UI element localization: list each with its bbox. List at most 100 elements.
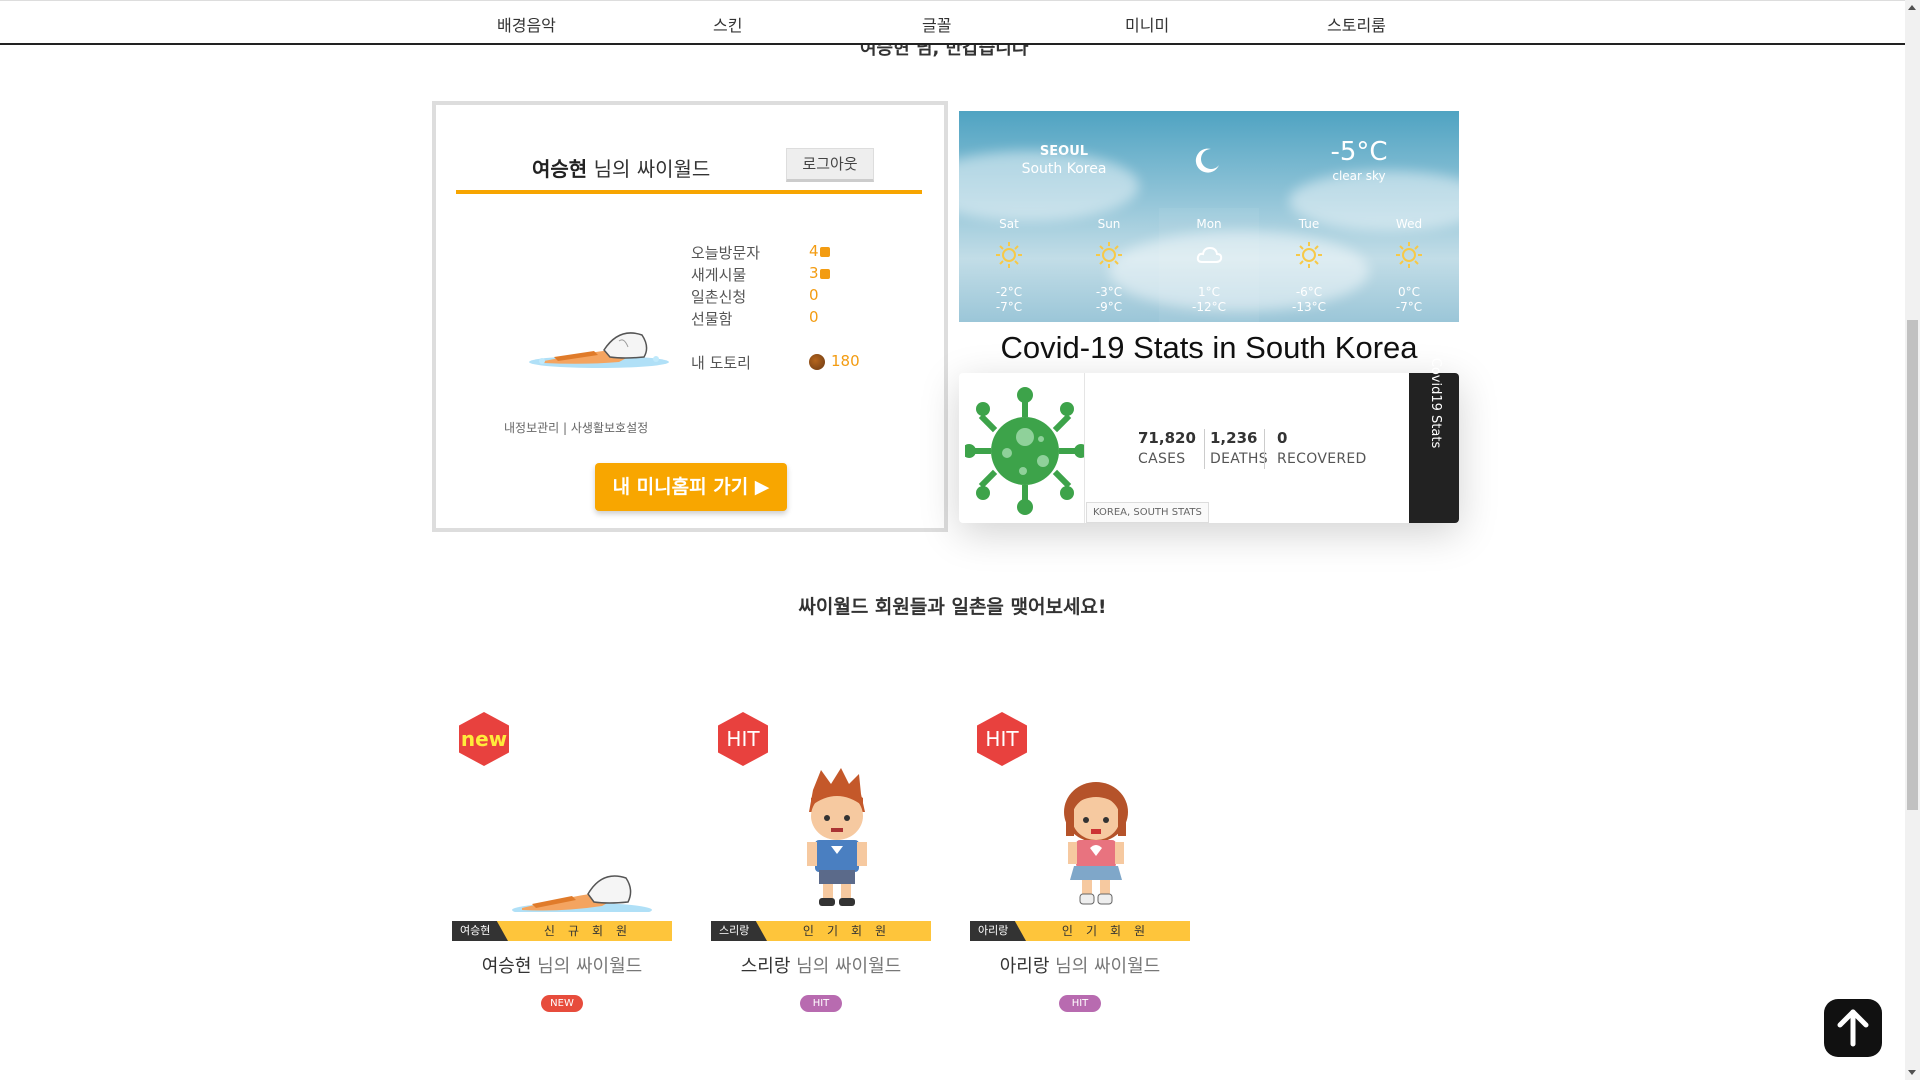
member-card[interactable]: HIT 스리랑 인기회원 스리랑 님의 싸이월드 HIT (711, 712, 931, 1018)
day-name: Wed (1395, 217, 1423, 231)
member-suffix: 님의 싸이월드 (537, 956, 643, 977)
day-low: -9°C (1095, 300, 1123, 314)
acorn-icon (809, 354, 825, 370)
day-name: Tue (1298, 217, 1320, 231)
sun-icon (1296, 242, 1322, 268)
back-to-top-button[interactable] (1824, 999, 1882, 1057)
hit-badge: HIT (718, 712, 768, 766)
covid-card: 71,820 CASES 1,236 DEATHS 0 RECOVERED KO… (959, 358, 1459, 523)
nav-minimi[interactable]: 미니미 (1125, 12, 1169, 36)
ribbon-name: 스리랑 (711, 921, 767, 941)
day-name: Sat (999, 217, 1019, 231)
nav-font[interactable]: 글꼴 (922, 12, 951, 36)
minimi-girl-avatar (1064, 782, 1128, 905)
recovered-label: RECOVERED (1277, 451, 1367, 467)
ribbon-role: 신규회원 (543, 924, 641, 938)
hit-pill: HIT (1059, 995, 1101, 1012)
vertical-scrollbar[interactable] (1905, 0, 1920, 1080)
new-pill: NEW (541, 995, 583, 1012)
stat-label: 내 도토리 (691, 354, 751, 372)
new-badge-icon (819, 268, 830, 279)
member-name: 스리랑 (740, 956, 791, 977)
minimi-boy-avatar (807, 768, 867, 906)
go-minihompy-button[interactable]: 내 미니홈피 가기 ▶ (595, 463, 787, 511)
stat-value: 3 (809, 264, 819, 282)
member-name: 여승현 (481, 956, 532, 977)
stat-value: 4 (809, 242, 819, 260)
day-name: Sun (1097, 217, 1121, 231)
day-low: -7°C (1395, 300, 1423, 314)
nav-storyroom[interactable]: 스토리룸 (1327, 12, 1386, 36)
sun-icon (1396, 242, 1422, 268)
member-title: 여승현 님의 싸이월드 (452, 952, 672, 978)
scroll-down-arrow-icon[interactable] (1908, 1070, 1916, 1075)
sun-icon (996, 242, 1022, 268)
sun-icon (1096, 242, 1122, 268)
ribbon-name: 아리랑 (970, 921, 1026, 941)
forecast-day: Sat -2°C -7°C (959, 217, 1059, 315)
member-card[interactable]: new 여승현 신규회원 여승현 님의 싸이월드 NEW (452, 712, 672, 1018)
ribbon-role: 인기회원 (802, 924, 900, 938)
country-tag: KOREA, SOUTH STATS (1086, 502, 1209, 523)
logout-button[interactable]: 로그아웃 (786, 148, 874, 182)
day-name: Mon (1196, 217, 1222, 231)
arrow-up-icon (1837, 1009, 1869, 1047)
forecast-day: Wed 0°C -7°C (1359, 217, 1459, 315)
stat-value: 0 (809, 308, 819, 326)
day-high: -2°C (995, 285, 1023, 299)
weather-city: SEOUL (1039, 144, 1089, 159)
member-card[interactable]: HIT 아리랑 인기회원 아리랑 님의 싸이월드 HIT (970, 712, 1190, 1018)
weather-widget: SEOUL South Korea -5°C clear sky Sat -2°… (959, 111, 1459, 322)
weather-desc: clear sky (1332, 169, 1386, 183)
forecast-day: Sun -3°C -9°C (1059, 217, 1159, 315)
side-tab-label: Covid19 Stats (1428, 357, 1443, 449)
forecast-day: Mon 1°C -12°C (1159, 217, 1259, 315)
new-badge: new (459, 712, 509, 766)
member-suffix: 님의 싸이월드 (796, 956, 902, 977)
divider (1264, 429, 1265, 469)
nav-skin[interactable]: 스킨 (713, 12, 742, 36)
invite-heading: 싸이월드 회원들과 일촌을 맺어보세요! (798, 596, 1107, 618)
moon-icon (1195, 148, 1219, 173)
deaths-value: 1,236 (1210, 429, 1258, 447)
forecast-day: Tue -6°C -13°C (1259, 217, 1359, 315)
stat-label: 새게시물 (691, 266, 747, 284)
profile-links[interactable]: 내정보관리 | 사생활보호설정 (504, 419, 648, 436)
title-suffix: 님의 싸이월드 (593, 157, 711, 181)
stat-gift-box[interactable]: 선물함 0 (691, 308, 819, 329)
stat-label: 선물함 (691, 310, 733, 328)
ribbon-role: 인기회원 (1061, 924, 1159, 938)
covid-side-tab[interactable]: Covid19 Stats (1409, 358, 1459, 523)
day-high: -6°C (1295, 285, 1323, 299)
top-nav: 배경음악 스킨 글꼴 미니미 스토리룸 (0, 0, 1905, 45)
divider (1204, 429, 1205, 469)
scroll-up-arrow-icon[interactable] (1908, 5, 1916, 10)
covid-title: Covid-19 Stats in South Korea (1000, 330, 1418, 365)
stat-label: 오늘방문자 (691, 244, 761, 262)
profile-card: 여승현 님의 싸이월드 로그아웃 오늘방문자 4 새게시물 3 일촌신청 0 선… (432, 101, 948, 532)
cloud-icon (1196, 246, 1223, 263)
stat-new-posts[interactable]: 새게시물 3 (691, 264, 830, 285)
nav-bgm[interactable]: 배경음악 (497, 12, 556, 36)
ribbon-name: 여승현 (452, 921, 508, 941)
divider (1084, 373, 1085, 523)
member-suffix: 님의 싸이월드 (1055, 956, 1161, 977)
stat-acorns[interactable]: 내 도토리 180 (691, 352, 860, 373)
stat-label: 일촌신청 (691, 288, 747, 306)
profile-title: 여승현 님의 싸이월드 (532, 153, 710, 182)
member-ribbon: 스리랑 인기회원 (711, 921, 931, 941)
weather-country: South Korea (1021, 161, 1107, 177)
stat-today-visitors[interactable]: 오늘방문자 4 (691, 242, 830, 263)
member-title: 스리랑 님의 싸이월드 (711, 952, 931, 978)
weather-temp: -5°C (1330, 137, 1388, 167)
stat-ilchon-requests[interactable]: 일촌신청 0 (691, 286, 819, 307)
minimi-swimmer-avatar (529, 332, 669, 368)
member-ribbon: 여승현 신규회원 (452, 921, 672, 941)
stat-value: 180 (831, 352, 860, 370)
day-low: -12°C (1192, 300, 1226, 314)
minimi-swimmer-avatar (512, 875, 652, 912)
virus-icon (965, 387, 1085, 515)
scrollbar-thumb[interactable] (1907, 320, 1918, 810)
day-high: 1°C (1197, 285, 1220, 299)
deaths-label: DEATHS (1210, 451, 1268, 467)
